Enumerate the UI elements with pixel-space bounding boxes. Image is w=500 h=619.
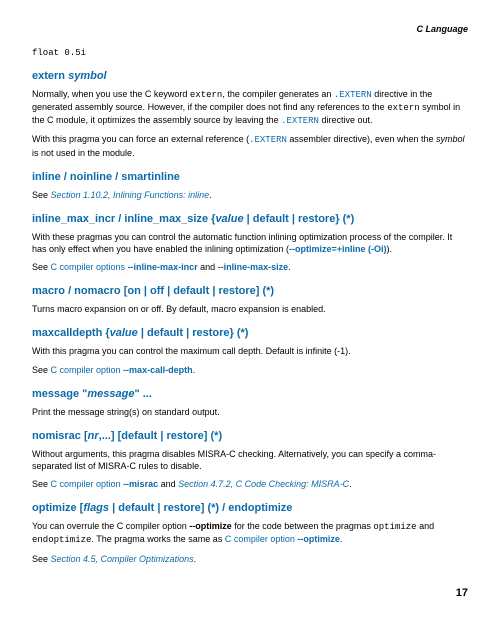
text: is not used in the module. <box>32 148 135 158</box>
text: . <box>349 479 352 489</box>
link-inline-max-incr[interactable]: --inline-max-incr <box>128 262 198 272</box>
text: , the compiler generates an <box>222 89 334 99</box>
heading-value: value <box>110 327 138 339</box>
heading-value: value <box>215 213 243 225</box>
text: assembler directive), even when the <box>287 134 436 144</box>
text: . <box>209 190 212 200</box>
text: . <box>194 554 197 564</box>
keyword-extern: extern <box>190 90 222 100</box>
para-extern-1: Normally, when you use the C keyword ext… <box>32 88 468 127</box>
heading-macro: macro / nomacro [on | off | default | re… <box>32 285 468 297</box>
text: See <box>32 190 51 200</box>
link-section-inlining[interactable]: Section 1.10.2, Inlining Functions: inli… <box>51 190 210 200</box>
text: See <box>32 262 51 272</box>
heading-text: | default | restore] (*) / endoptimize <box>109 502 292 514</box>
keyword-extern: extern <box>387 103 419 113</box>
directive-extern: .EXTERN <box>249 135 287 145</box>
heading-extern-keyword: extern <box>32 70 65 82</box>
heading-text: ,...] [default | restore] (*) <box>99 430 222 442</box>
heading-text: message " <box>32 388 87 400</box>
link-optimize-inline[interactable]: --optimize=+inline (-Oi) <box>289 244 387 254</box>
para-maxcall-1: With this pragma you can control the max… <box>32 345 468 357</box>
link-compiler-option[interactable]: C compiler option <box>51 365 121 375</box>
text: . The pragma works the same as <box>91 534 224 544</box>
text: With this pragma you can force an extern… <box>32 134 249 144</box>
heading-value: message <box>87 388 134 400</box>
symbol-placeholder: symbol <box>436 134 465 144</box>
heading-text: optimize [ <box>32 502 83 514</box>
heading-extern-symbol: symbol <box>65 70 107 82</box>
directive-extern: .EXTERN <box>281 116 319 126</box>
heading-maxcalldepth: maxcalldepth {value | default | restore}… <box>32 327 468 339</box>
keyword-endoptimize: endoptimize <box>32 535 91 545</box>
para-inline-max-1: With these pragmas you can control the a… <box>32 231 468 255</box>
link-inline-max-size[interactable]: --inline-max-size <box>218 262 289 272</box>
para-macro: Turns macro expansion on or off. By defa… <box>32 303 468 315</box>
link-compiler-options[interactable]: C compiler options <box>51 262 126 272</box>
para-nomisrac-1: Without arguments, this pragma disables … <box>32 448 468 472</box>
para-maxcall-2: See C compiler option --max-call-depth. <box>32 364 468 376</box>
heading-nomisrac: nomisrac [nr,...] [default | restore] (*… <box>32 430 468 442</box>
heading-text: maxcalldepth { <box>32 327 110 339</box>
para-optimize-1: You can overrule the C compiler option -… <box>32 520 468 546</box>
heading-extern: extern symbol <box>32 70 468 82</box>
page-number: 17 <box>32 587 468 599</box>
keyword-optimize: optimize <box>373 522 416 532</box>
link-section-compiler-opt[interactable]: Section 4.5, Compiler Optimizations <box>51 554 194 564</box>
text: ). <box>387 244 393 254</box>
heading-value: flags <box>83 502 109 514</box>
para-message: Print the message string(s) on standard … <box>32 406 468 418</box>
heading-text: nomisrac [ <box>32 430 88 442</box>
text: See <box>32 479 51 489</box>
link-section-misrac[interactable]: Section 4.7.2, C Code Checking: MISRA-C <box>178 479 349 489</box>
text: See <box>32 554 51 564</box>
page-container: C Language float 0.5i extern symbol Norm… <box>0 0 500 619</box>
heading-text: | default | restore} (*) <box>244 213 355 225</box>
text: Normally, when you use the C keyword <box>32 89 190 99</box>
directive-extern: .EXTERN <box>334 90 372 100</box>
para-optimize-2: See Section 4.5, Compiler Optimizations. <box>32 553 468 565</box>
heading-inline-max: inline_max_incr / inline_max_size {value… <box>32 213 468 225</box>
text: and <box>198 262 218 272</box>
para-nomisrac-2: See C compiler option --misrac and Secti… <box>32 478 468 490</box>
bold-optimize: --optimize <box>189 521 232 531</box>
para-inline-max-2: See C compiler options --inline-max-incr… <box>32 261 468 273</box>
text: See <box>32 365 51 375</box>
heading-inline: inline / noinline / smartinline <box>32 171 468 183</box>
text: and <box>158 479 178 489</box>
heading-text: inline_max_incr / inline_max_size { <box>32 213 215 225</box>
heading-text: | default | restore} (*) <box>138 327 249 339</box>
text: . <box>288 262 291 272</box>
text: and <box>417 521 435 531</box>
heading-value: nr <box>88 430 99 442</box>
link-compiler-option[interactable]: C compiler option <box>225 534 295 544</box>
text: directive out. <box>319 115 373 125</box>
para-inline: See Section 1.10.2, Inlining Functions: … <box>32 189 468 201</box>
link-max-call-depth[interactable]: --max-call-depth <box>123 365 193 375</box>
text: . <box>193 365 196 375</box>
code-sample-float: float 0.5i <box>32 48 468 58</box>
heading-text: " ... <box>134 388 151 400</box>
heading-optimize: optimize [flags | default | restore] (*)… <box>32 502 468 514</box>
para-extern-2: With this pragma you can force an extern… <box>32 133 468 158</box>
text: . <box>340 534 343 544</box>
link-misrac[interactable]: --misrac <box>123 479 158 489</box>
link-optimize[interactable]: --optimize <box>297 534 340 544</box>
text: for the code between the pragmas <box>232 521 374 531</box>
text: You can overrule the C compiler option <box>32 521 189 531</box>
link-compiler-option[interactable]: C compiler option <box>51 479 121 489</box>
breadcrumb: C Language <box>32 24 468 34</box>
heading-message: message "message" ... <box>32 388 468 400</box>
